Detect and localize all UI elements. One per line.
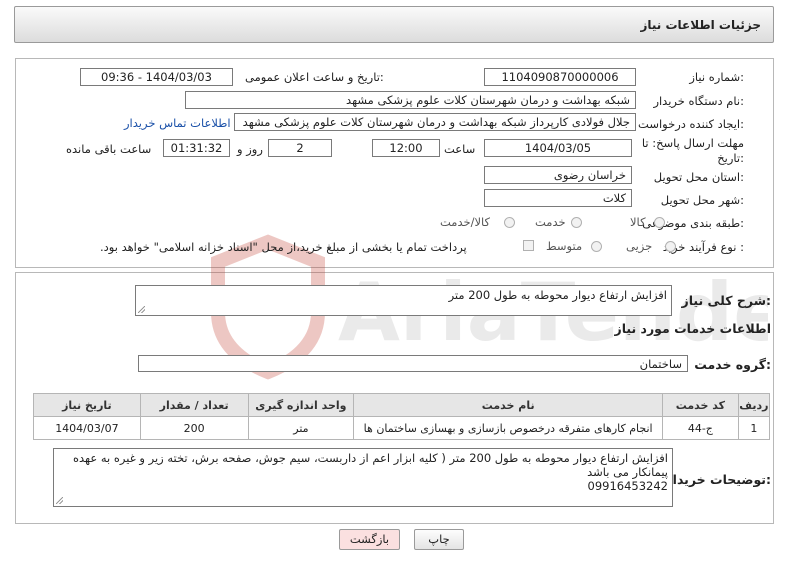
process-option-medium: متوسط [546,239,583,253]
category-radio-service[interactable] [571,217,582,228]
city-label: شهر محل تحویل: [660,193,744,207]
services-title: اطلاعات خدمات مورد نیاز [614,321,772,336]
process-radio-medium[interactable] [591,241,602,252]
remaining-time-field: 01:31:32 [163,139,230,157]
buyer-notes-line-1: افزایش ارتفاع دیوار محوطه به طول 200 متر… [73,451,668,465]
buyer-field: شبکه بهداشت و درمان شهرستان کلات علوم پز… [185,91,636,109]
resize-handle-icon[interactable] [56,497,63,504]
process-radio-minor[interactable] [665,241,676,252]
services-table: ردیف کد خدمت نام خدمت واحد اندازه گیری ت… [33,393,771,440]
category-option-goods: کالا [630,215,646,229]
col-row-number: ردیف [737,393,771,417]
creator-field: جلال فولادی کارپرداز شبکه بهداشت و درمان… [234,113,636,131]
need-info-frame [15,58,774,268]
days-label: روز و [237,142,263,156]
cell-row-number: 1 [737,416,771,440]
buyer-notes-line-3: 09916453242 [587,479,668,493]
buyer-notes-line-2: پیمانکار می باشد [587,465,668,479]
remaining-label: ساعت باقی مانده [66,142,152,156]
process-option-minor: جزیی [626,239,653,253]
category-option-goods-service: کالا/خدمت [440,215,491,229]
treasury-payment-checkbox[interactable] [523,240,534,251]
need-number-field: 1104090870000006 [484,68,636,86]
resize-handle-icon[interactable] [138,306,145,313]
category-radio-goods[interactable] [654,217,665,228]
cell-need-date: 1404/03/07 [33,416,141,440]
cell-service-code: ج-44 [662,416,739,440]
table-header-row: ردیف کد خدمت نام خدمت واحد اندازه گیری ت… [33,393,771,417]
category-option-service: خدمت [535,215,566,229]
buyer-contact-link[interactable]: اطلاعات تماس خریدار [124,116,231,130]
panel-header: جزئیات اطلاعات نیاز [14,6,774,43]
deadline-label: مهلت ارسال پاسخ: تا [641,136,744,150]
announce-field: 1404/03/03 - 09:36 [80,68,233,86]
category-radio-goods-service[interactable] [504,217,515,228]
cell-service-name: انجام کارهای متفرقه درخصوص بازسازی و بهس… [353,416,664,440]
deadline-time-label: ساعت [444,142,476,156]
buyer-label: نام دستگاه خریدار: [653,94,744,108]
col-quantity: تعداد / مقدار [139,393,249,417]
city-field: کلات [484,189,632,207]
deadline-date-field: 1404/03/05 [484,139,632,157]
col-service-code: کد خدمت [662,393,739,417]
announce-label: تاریخ و ساعت اعلان عمومی: [245,70,384,84]
page-title: جزئیات اطلاعات نیاز [640,18,761,32]
print-button[interactable]: چاپ [414,529,464,550]
province-label: استان محل تحویل: [653,170,744,184]
col-service-name: نام خدمت [353,393,664,417]
creator-label: ایجاد کننده درخواست: [638,117,744,131]
cell-unit: متر [247,416,355,440]
deadline-label-date: تاریخ: [717,151,744,165]
treasury-payment-note: پرداخت تمام یا بخشی از مبلغ خرید،از محل … [100,240,467,254]
province-field: خراسان رضوی [484,166,632,184]
service-group-label: گروه خدمت: [694,357,771,372]
col-unit: واحد اندازه گیری [247,393,355,417]
days-field: 2 [268,139,332,157]
buyer-notes-label: توضیحات خریدار: [665,472,771,487]
service-group-field: ساختمان [138,355,688,372]
summary-textarea[interactable]: افزایش ارتفاع دیوار محوطه به طول 200 متر [135,285,672,316]
cell-quantity: 200 [139,416,249,440]
buyer-notes-textarea[interactable]: افزایش ارتفاع دیوار محوطه به طول 200 متر… [53,448,673,507]
back-button[interactable]: بازگشت [339,529,400,550]
need-number-label: شماره نیاز: [689,70,744,84]
summary-text: افزایش ارتفاع دیوار محوطه به طول 200 متر [448,288,667,302]
deadline-time-field: 12:00 [372,139,440,157]
table-row: 1 ج-44 انجام کارهای متفرقه درخصوص بازساز… [33,416,771,440]
col-need-date: تاریخ نیاز [33,393,141,417]
summary-label: شرح کلی نیاز: [681,293,772,308]
